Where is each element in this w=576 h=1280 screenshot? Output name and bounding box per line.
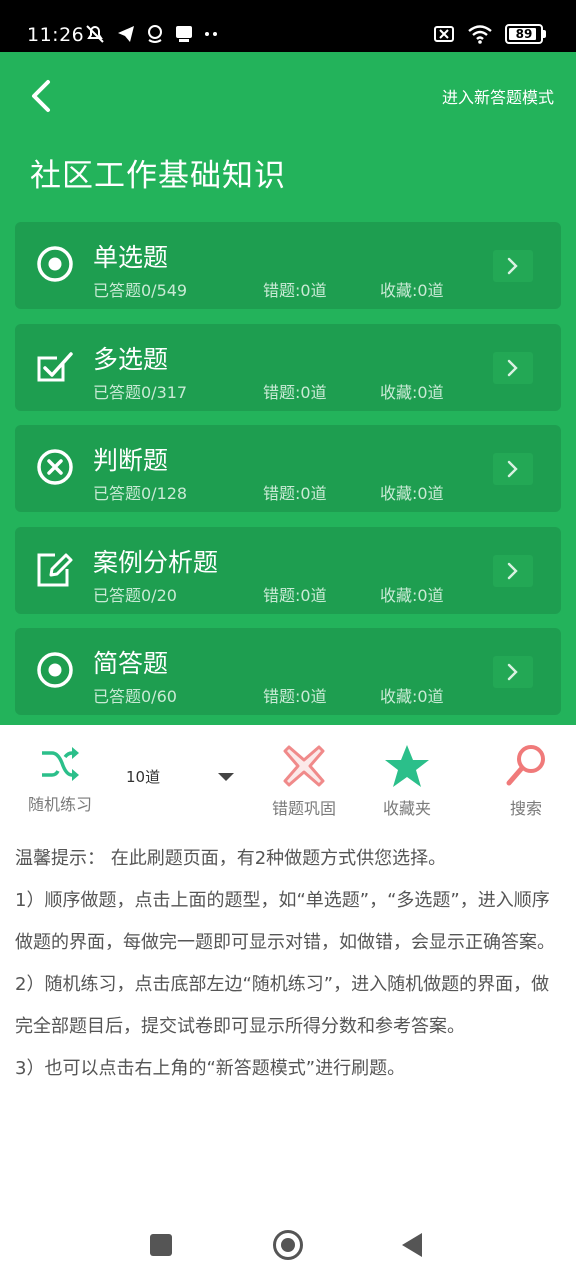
system-icons: 89 <box>433 24 546 44</box>
checkbox-checked-icon <box>35 346 75 386</box>
battery-indicator: 89 <box>505 24 546 44</box>
wrong-review-button[interactable]: 错题巩固 <box>272 743 336 819</box>
tip-heading: 温馨提示： 在此刷题页面，有2种做题方式供您选择。 <box>15 848 447 869</box>
edit-document-icon <box>35 549 75 589</box>
category-title: 多选题 <box>93 345 169 374</box>
category-title: 简答题 <box>93 649 169 678</box>
question-count-value: 10道 <box>126 768 161 786</box>
category-card-true-false[interactable]: 判断题 已答题0/128 错题:0道 收藏:0道 <box>15 425 561 512</box>
tip-sequential: 1）顺序做题，点击上面的题型，如“单选题”，“多选题”，进入顺序做题的界面，每做… <box>15 890 555 953</box>
tip-random: 2）随机练习，点击底部左边“随机练习”，进入随机做题的界面，做完全部题目后，提交… <box>15 974 550 1037</box>
category-title: 单选题 <box>93 243 169 272</box>
circle-x-icon <box>35 447 75 487</box>
telegram-icon <box>118 26 134 42</box>
category-card-short-answer[interactable]: 简答题 已答题0/60 错题:0道 收藏:0道 <box>15 628 561 715</box>
location-icon <box>148 25 162 43</box>
favorites-count: 收藏:0道 <box>380 281 444 300</box>
category-card-multiple-choice[interactable]: 多选题 已答题0/317 错题:0道 收藏:0道 <box>15 324 561 411</box>
category-stats: 已答题0/128 错题:0道 收藏:0道 <box>93 480 533 503</box>
notification-icons <box>84 23 220 45</box>
wrong-count: 错题:0道 <box>263 586 327 605</box>
radio-target-icon <box>35 650 75 690</box>
answered-count: 已答题0/60 <box>93 687 177 706</box>
answered-count: 已答题0/128 <box>93 484 188 503</box>
home-button[interactable] <box>273 1230 303 1260</box>
favorites-label: 收藏夹 <box>382 799 431 818</box>
wrong-count: 错题:0道 <box>263 281 327 300</box>
chevron-right-icon <box>493 555 533 587</box>
battery-icon: 89 <box>505 24 543 44</box>
question-category-panel: 进入新答题模式 社区工作基础知识 单选题 已答题0/549 错题:0道 收藏:0… <box>0 52 576 725</box>
wrong-count: 错题:0道 <box>263 383 327 402</box>
search-label: 搜索 <box>509 799 542 818</box>
favorites-count: 收藏:0道 <box>380 484 444 503</box>
category-card-single-choice[interactable]: 单选题 已答题0/549 错题:0道 收藏:0道 <box>15 222 561 309</box>
chevron-left-icon <box>32 80 50 112</box>
system-navigation-bar <box>0 1210 576 1280</box>
wrong-count: 错题:0道 <box>263 484 327 503</box>
category-stats: 已答题0/20 错题:0道 收藏:0道 <box>93 582 533 605</box>
wrong-review-label: 错题巩固 <box>272 799 337 818</box>
back-button[interactable] <box>22 76 62 116</box>
category-title: 判断题 <box>93 446 169 475</box>
battery-percent: 89 <box>515 27 533 41</box>
more-dots-icon <box>205 32 217 36</box>
shuffle-icon <box>42 747 79 781</box>
tips-text: 温馨提示： 在此刷题页面，有2种做题方式供您选择。 1）顺序做题，点击上面的题型… <box>15 838 563 1090</box>
new-answer-mode-link[interactable]: 进入新答题模式 <box>442 84 554 108</box>
search-icon <box>506 745 545 786</box>
answered-count: 已答题0/20 <box>93 586 177 605</box>
answered-count: 已答题0/549 <box>93 281 188 300</box>
star-icon <box>385 745 429 787</box>
cross-icon <box>283 745 325 787</box>
random-practice-button[interactable]: 随机练习 <box>28 743 92 815</box>
caret-down-icon <box>218 773 234 781</box>
radio-target-icon <box>35 244 75 284</box>
category-stats: 已答题0/549 错题:0道 收藏:0道 <box>93 277 533 300</box>
back-nav-button[interactable] <box>402 1233 422 1257</box>
category-stats: 已答题0/60 错题:0道 收藏:0道 <box>93 683 533 706</box>
favorites-button[interactable]: 收藏夹 <box>382 743 432 819</box>
bottom-toolbar: 随机练习 10道 错题巩固 收藏夹 搜索 <box>0 725 576 825</box>
wifi-icon <box>468 25 492 44</box>
chevron-right-icon <box>493 352 533 384</box>
answered-count: 已答题0/317 <box>93 383 188 402</box>
status-bar: 11:26 89 <box>0 0 576 52</box>
favorites-count: 收藏:0道 <box>380 586 444 605</box>
chevron-right-icon <box>493 656 533 688</box>
random-practice-label: 随机练习 <box>28 795 93 814</box>
category-card-case-analysis[interactable]: 案例分析题 已答题0/20 错题:0道 收藏:0道 <box>15 527 561 614</box>
page-title: 社区工作基础知识 <box>30 158 286 194</box>
chevron-right-icon <box>493 250 533 282</box>
chevron-right-icon <box>493 453 533 485</box>
category-stats: 已答题0/317 错题:0道 收藏:0道 <box>93 379 533 402</box>
wrong-count: 错题:0道 <box>263 687 327 706</box>
mute-bell-icon <box>86 25 104 43</box>
favorites-count: 收藏:0道 <box>380 383 444 402</box>
favorites-count: 收藏:0道 <box>380 687 444 706</box>
tip-new-mode: 3）也可以点击右上角的“新答题模式”进行刷题。 <box>15 1058 406 1079</box>
sim-off-icon <box>434 26 454 42</box>
question-count-dropdown[interactable]: 10道 <box>126 765 238 789</box>
recent-apps-button[interactable] <box>150 1234 172 1256</box>
status-time: 11:26 <box>27 24 85 46</box>
category-title: 案例分析题 <box>93 548 219 577</box>
app-notification-icon <box>176 26 192 42</box>
search-button[interactable]: 搜索 <box>503 743 549 819</box>
